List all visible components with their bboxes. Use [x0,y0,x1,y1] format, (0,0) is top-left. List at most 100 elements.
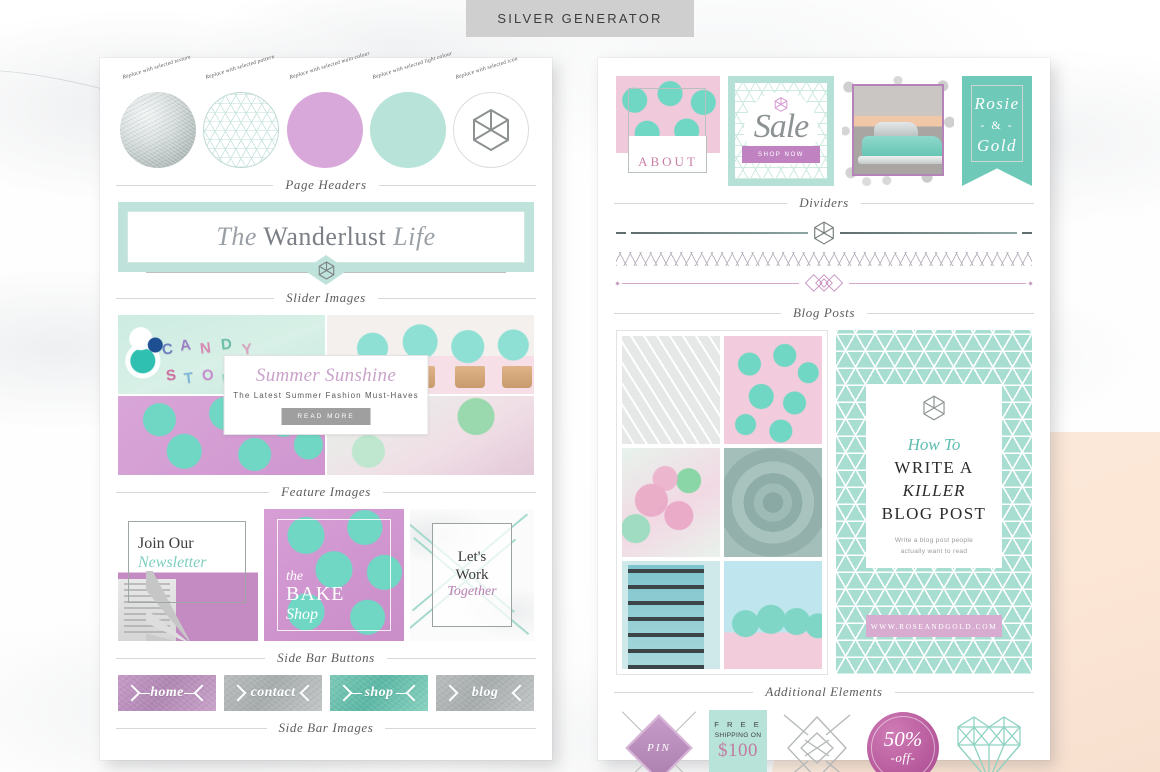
caption-text: Page Headers [285,177,367,192]
shop-now-button[interactable]: SHOP NOW [742,146,820,163]
feature-line-2: Newsletter [138,554,207,571]
swatch-texture[interactable]: Replace with selected texture [120,54,199,168]
feature-line-1: the [286,569,304,585]
read-more-button[interactable]: READ MORE [281,408,371,425]
divider-line [849,282,1026,284]
collage-tile-diamond-pattern [622,336,720,445]
section-caption-page-headers: Page Headers [116,177,536,193]
banner-line-3: Gold [977,136,1017,156]
page-header-title: The Wanderlust Life [216,222,435,252]
silver-diamond-badge[interactable] [778,709,856,772]
candy-letter: C [161,340,174,359]
sidebar-button-blog[interactable]: blog [436,675,534,711]
feature-newsletter[interactable]: Join Our Newsletter [118,509,258,641]
caption-text: Blog Posts [793,305,855,320]
divider-line [622,282,799,284]
blog-post-row: How To WRITE A KILLER BLOG POST Write a … [616,330,1032,675]
candy-letter: D [220,335,233,354]
slider-image-mosaic[interactable]: C A N D Y S T O R [118,315,534,475]
feature-line-1: Join Our [138,535,194,552]
geometric-heart-icon [957,716,1021,772]
caption-rule [614,312,782,314]
caption-text: Dividers [799,195,849,210]
icon-circle[interactable] [453,92,529,168]
pin-subtitle-line-1: Write a blog post people [894,536,974,544]
main-colour-circle[interactable] [286,92,363,168]
divider-endpoint [1028,280,1033,286]
pin-url-bar[interactable]: WWW.ROSEANDGOLD.COM [866,615,1002,637]
sidebar-button-contact[interactable]: contact [224,675,322,711]
swatch-icon[interactable]: Replace with selected icon [453,56,532,168]
swatch-light-colour[interactable]: Replace with selected light colour [369,51,453,168]
pin-subtitle: Write a blog post people actually want t… [895,536,973,557]
sale-badge[interactable]: Sale SHOP NOW [728,76,834,186]
geometric-heart-badge[interactable] [950,709,1028,772]
page-header-banner[interactable]: The Wanderlust Life [118,202,534,285]
chevron-right-icon [405,684,423,702]
right-mockup-sheet: ABOUT Sale SHOP NOW Rosie - & - Gold Div… [598,58,1050,772]
caption-rule [382,491,536,493]
section-caption-sidebar-images: Side Bar Images [116,720,536,736]
collage-tile-building [622,560,720,669]
slider-overlay-card[interactable]: Summer Sunshine The Latest Summer Fashio… [223,355,429,435]
discount-circle-badge[interactable]: 50% -off- [867,712,939,772]
section-caption-blog-posts: Blog Posts [614,305,1035,321]
divider-samples [615,220,1033,296]
feature-lets-work-text: Let's Work Together [410,549,534,601]
car-photo-card[interactable] [842,76,954,186]
chevron-right-icon [193,684,211,702]
candy-letter: S [165,366,178,385]
sidebar-button-label: blog [471,685,499,700]
light-colour-circle[interactable] [369,92,446,168]
hexagon-cube-icon [923,395,945,421]
pin-line-1: How To [907,434,961,454]
collage-tile-succulent [724,448,822,557]
feature-line-2: Work [455,566,489,583]
hexagon-cube-icon [814,221,834,245]
rosie-and-gold-banner[interactable]: Rosie - & - Gold [962,76,1032,186]
caption-text: Additional Elements [765,684,883,699]
feature-bake-shop[interactable]: the BAKE Shop [264,509,404,641]
pin-label: PIN [647,742,671,754]
pin-hexagon-icon [922,395,946,426]
caption-rule [867,312,1035,314]
caption-rule [116,491,270,493]
blog-post-pin[interactable]: How To WRITE A KILLER BLOG POST Write a … [836,330,1032,675]
swatch-main-colour[interactable]: Replace with selected main colour [286,51,370,168]
swatch-pattern[interactable]: Replace with selected pattern [203,54,282,168]
car-bumper [858,156,942,164]
caption-rule [116,297,275,299]
caption-rule [614,691,754,693]
divider-diamond[interactable] [615,270,1033,296]
free-line-1: F R E E [714,720,762,729]
sidebar-button-shop[interactable]: shop [330,675,428,711]
additional-element-row: PIN F R E E SHIPPING ON $100 50% -off- [620,709,1028,772]
page-title: SILVER GENERATOR [466,0,694,37]
image-collage[interactable] [616,330,828,675]
banner-text: Rosie - & - Gold [962,92,1032,159]
feature-bake-shop-text: the BAKE Shop [286,569,344,623]
sidebar-button-label: shop [364,685,394,700]
feature-lets-work-together[interactable]: Let's Work Together [410,509,534,641]
free-shipping-banner[interactable]: F R E E SHIPPING ON $100 [709,710,767,772]
pin-diamond-badge[interactable]: PIN [620,709,698,772]
caption-rule [614,202,788,204]
pin-subtitle-line-2: actually want to read [900,547,968,555]
about-card[interactable]: ABOUT [616,76,720,186]
pin-line-4: BLOG POST [881,503,987,523]
feature-line-2: BAKE [286,583,345,606]
car-photo [852,84,944,176]
divider-endpoint [615,280,620,286]
divider-zigzag[interactable] [616,248,1032,270]
divider-hexagon[interactable] [616,220,1032,246]
sidebar-button-row: home contact shop blog [118,675,534,711]
texture-circle[interactable] [120,92,196,168]
chevron-right-icon [511,684,529,702]
section-caption-dividers: Dividers [614,195,1035,211]
pattern-circle[interactable] [203,92,280,168]
screenshot-canvas: SILVER GENERATOR Replace with selected t… [0,0,1160,772]
sidebar-button-home[interactable]: home [118,675,216,711]
collage-tile-cupcake-row [724,560,822,669]
hexagon-cube-icon [473,108,509,152]
pin-line-3: KILLER [902,480,966,500]
